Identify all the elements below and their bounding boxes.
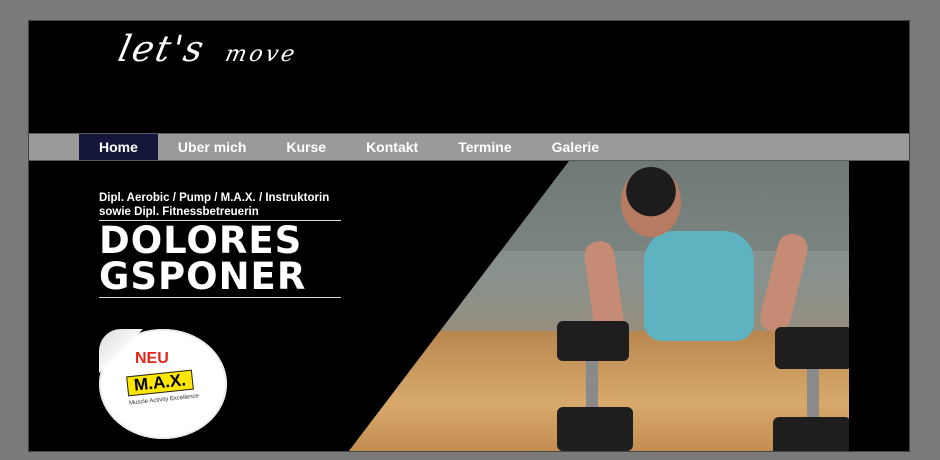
tagline-line-2: sowie Dipl. Fitnessbetreuerin [99,206,259,218]
nav-item-kontakt[interactable]: Kontakt [346,134,438,160]
main-nav: Home Uber mich Kurse Kontakt Termine Gal… [29,133,909,161]
nav-item-kurse[interactable]: Kurse [266,134,346,160]
nav-item-termine[interactable]: Termine [438,134,531,160]
tagline-line-1: Dipl. Aerobic / Pump / M.A.X. / Instrukt… [99,192,330,204]
dumbbell-right-bar [807,369,819,419]
site-frame: let's move Home Uber mich Kurse Kontakt … [28,20,910,452]
photo-head [621,167,681,237]
divider-bottom [99,297,341,298]
nav-item-home[interactable]: Home [79,134,158,160]
nav-item-uber-mich[interactable]: Uber mich [158,134,266,160]
badge-neu-label: NEU [135,350,169,367]
hero-photo-pushup [349,161,849,451]
photo-torso [644,231,754,341]
site-logo[interactable]: let's move [115,29,303,70]
logo-word-lets: let's [114,29,210,70]
hero-banner: Dipl. Aerobic / Pump / M.A.X. / Instrukt… [29,161,909,451]
header: let's move [29,21,909,133]
nav-item-galerie[interactable]: Galerie [532,134,619,160]
dumbbell-left-bar [586,361,598,409]
name-first: DOLORES [99,219,303,262]
dumbbell-left-base [557,407,633,451]
hero-tagline: Dipl. Aerobic / Pump / M.A.X. / Instrukt… [99,191,329,219]
hero-name: DOLORES GSPONER [99,219,307,298]
logo-word-move: move [222,42,300,67]
dumbbell-left-top [557,321,629,361]
dumbbell-right-base [773,417,849,451]
dumbbell-right-top [775,327,849,369]
name-last: GSPONER [99,255,307,298]
